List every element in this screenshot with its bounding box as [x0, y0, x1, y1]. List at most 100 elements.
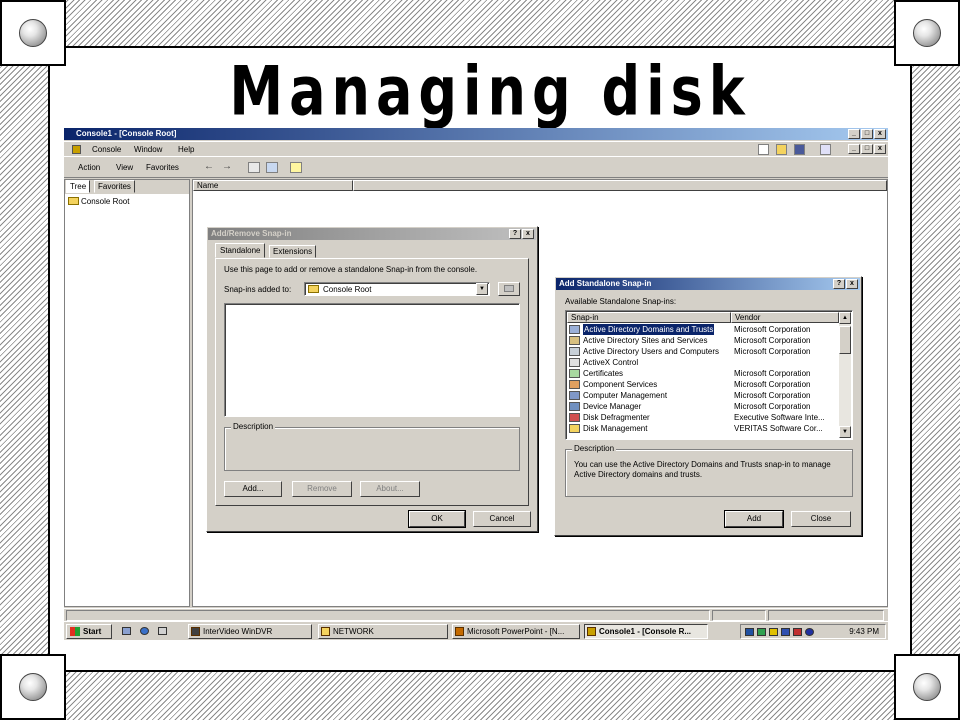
help-icon[interactable]	[290, 162, 302, 173]
column-header-blank[interactable]	[353, 180, 887, 191]
menu-action[interactable]: Action	[78, 163, 100, 172]
column-header-name[interactable]: Name	[193, 180, 353, 191]
task-intervideo[interactable]: InterVideo WinDVR	[188, 624, 312, 639]
frame-left-border	[0, 66, 50, 654]
standalone-close-button[interactable]: x	[846, 279, 858, 289]
sites-icon	[569, 336, 580, 345]
list-item[interactable]: Computer Management Microsoft Corporatio…	[568, 390, 840, 401]
list-item[interactable]: Active Directory Sites and Services Micr…	[568, 335, 840, 346]
open-icon[interactable]	[776, 144, 787, 155]
snapin-vendor: Microsoft Corporation	[734, 402, 811, 411]
standalone-help-button[interactable]: ?	[833, 279, 845, 289]
save-icon[interactable]	[794, 144, 805, 155]
corner-knob-bottom-right	[894, 654, 960, 720]
tray-alert-icon[interactable]	[793, 628, 802, 636]
scroll-thumb[interactable]	[839, 326, 851, 354]
tray-display-icon[interactable]	[745, 628, 754, 636]
start-label: Start	[83, 627, 102, 636]
child-maximize-button[interactable]: □	[861, 144, 873, 154]
status-cell-2	[712, 610, 766, 621]
instruction-text: Use this page to add or remove a standal…	[224, 265, 478, 274]
tab-standalone[interactable]: Standalone	[215, 243, 266, 258]
task-label: Microsoft PowerPoint - [N...	[467, 627, 565, 636]
console-icon	[587, 627, 596, 636]
snapin-name: Certificates	[583, 369, 624, 378]
tray-network-icon[interactable]	[757, 628, 766, 636]
tray-media-icon[interactable]	[805, 628, 814, 636]
action-toolbar: Action View Favorites ← →	[64, 158, 888, 178]
show-tree-icon[interactable]	[266, 162, 278, 173]
snapin-vendor: Microsoft Corporation	[734, 391, 811, 400]
tab-tree[interactable]: Tree	[66, 180, 91, 193]
list-item[interactable]: Active Directory Domains and Trusts Micr…	[568, 324, 840, 335]
about-button[interactable]: About...	[360, 481, 420, 497]
task-label: InterVideo WinDVR	[203, 627, 273, 636]
tray-monitor-icon[interactable]	[781, 628, 790, 636]
scroll-down-icon[interactable]: ▼	[839, 426, 851, 438]
list-item[interactable]: Disk Management VERITAS Software Cor...	[568, 423, 840, 434]
device-icon	[569, 402, 580, 411]
snapins-added-dropdown[interactable]: Console Root ▼	[304, 282, 490, 296]
menu-favorites[interactable]: Favorites	[146, 163, 179, 172]
tray-speaker-icon[interactable]	[769, 628, 778, 636]
child-minimize-button[interactable]: _	[848, 144, 860, 154]
list-item[interactable]: Device Manager Microsoft Corporation	[568, 401, 840, 412]
quicklaunch-app-icon[interactable]	[158, 627, 167, 635]
task-network[interactable]: NETWORK	[318, 624, 448, 639]
folder-up-button[interactable]	[498, 282, 520, 296]
child-close-button[interactable]: x	[874, 144, 886, 154]
add-button[interactable]: Add...	[224, 481, 282, 497]
folder-up-icon	[504, 285, 514, 292]
list-item[interactable]: Component Services Microsoft Corporation	[568, 379, 840, 390]
close-button[interactable]: x	[874, 129, 886, 139]
forward-arrow-icon[interactable]: →	[222, 161, 232, 172]
tree-item-console-root[interactable]: Console Root	[68, 197, 129, 207]
menu-view[interactable]: View	[116, 163, 133, 172]
scroll-up-icon[interactable]: ▲	[839, 312, 851, 324]
disk-icon	[569, 424, 580, 433]
list-item[interactable]: Active Directory Users and Computers Mic…	[568, 346, 840, 357]
ok-button[interactable]: OK	[408, 510, 466, 528]
snapin-vendor: Executive Software Inte...	[734, 413, 825, 422]
quicklaunch-ie-icon[interactable]	[140, 627, 149, 635]
cancel-button[interactable]: Cancel	[473, 511, 531, 527]
new-icon[interactable]	[758, 144, 769, 155]
back-arrow-icon[interactable]: ←	[204, 161, 214, 172]
list-scrollbar[interactable]: ▲ ▼	[839, 312, 851, 438]
tab-favorites[interactable]: Favorites	[94, 180, 135, 193]
corner-knob-top-left	[0, 0, 66, 66]
available-snapins-label: Available Standalone Snap-ins:	[565, 297, 677, 306]
standalone-close-dialog-button[interactable]: Close	[791, 511, 851, 527]
add-remove-close-button[interactable]: x	[522, 229, 534, 239]
added-snapins-list[interactable]	[224, 303, 520, 417]
tab-extensions[interactable]: Extensions	[269, 245, 317, 258]
menu-console[interactable]: Console	[92, 145, 121, 154]
add-remove-help-button[interactable]: ?	[509, 229, 521, 239]
list-item[interactable]: Disk Defragmenter Executive Software Int…	[568, 412, 840, 423]
task-console[interactable]: Console1 - [Console R...	[584, 624, 708, 639]
available-snapins-list[interactable]: Snap-in Vendor Active Directory Domains …	[565, 310, 853, 440]
clock: 9:43 PM	[849, 627, 879, 636]
start-button[interactable]: Start	[66, 624, 112, 639]
standalone-description-group: Description You can use the Active Direc…	[565, 444, 853, 497]
minimize-button[interactable]: _	[848, 129, 860, 139]
standalone-add-button[interactable]: Add	[724, 510, 784, 528]
task-powerpoint[interactable]: Microsoft PowerPoint - [N...	[452, 624, 580, 639]
column-header-snapin[interactable]: Snap-in	[567, 312, 731, 323]
menu-help[interactable]: Help	[178, 145, 194, 154]
column-header-vendor[interactable]: Vendor	[731, 312, 839, 323]
task-label: Console1 - [Console R...	[599, 627, 692, 636]
quicklaunch-desktop-icon[interactable]	[122, 627, 131, 635]
new-window-icon[interactable]	[820, 144, 831, 155]
system-tray: 9:43 PM	[740, 624, 886, 639]
snapin-name: Device Manager	[583, 402, 642, 411]
list-item[interactable]: Certificates Microsoft Corporation	[568, 368, 840, 379]
list-item[interactable]: ActiveX Control	[568, 357, 840, 368]
up-folder-icon[interactable]	[248, 162, 260, 173]
certificates-icon	[569, 369, 580, 378]
folder-icon	[68, 197, 79, 205]
chevron-down-icon[interactable]: ▼	[476, 283, 488, 295]
maximize-button[interactable]: □	[861, 129, 873, 139]
remove-button[interactable]: Remove	[292, 481, 352, 497]
menu-window[interactable]: Window	[134, 145, 162, 154]
